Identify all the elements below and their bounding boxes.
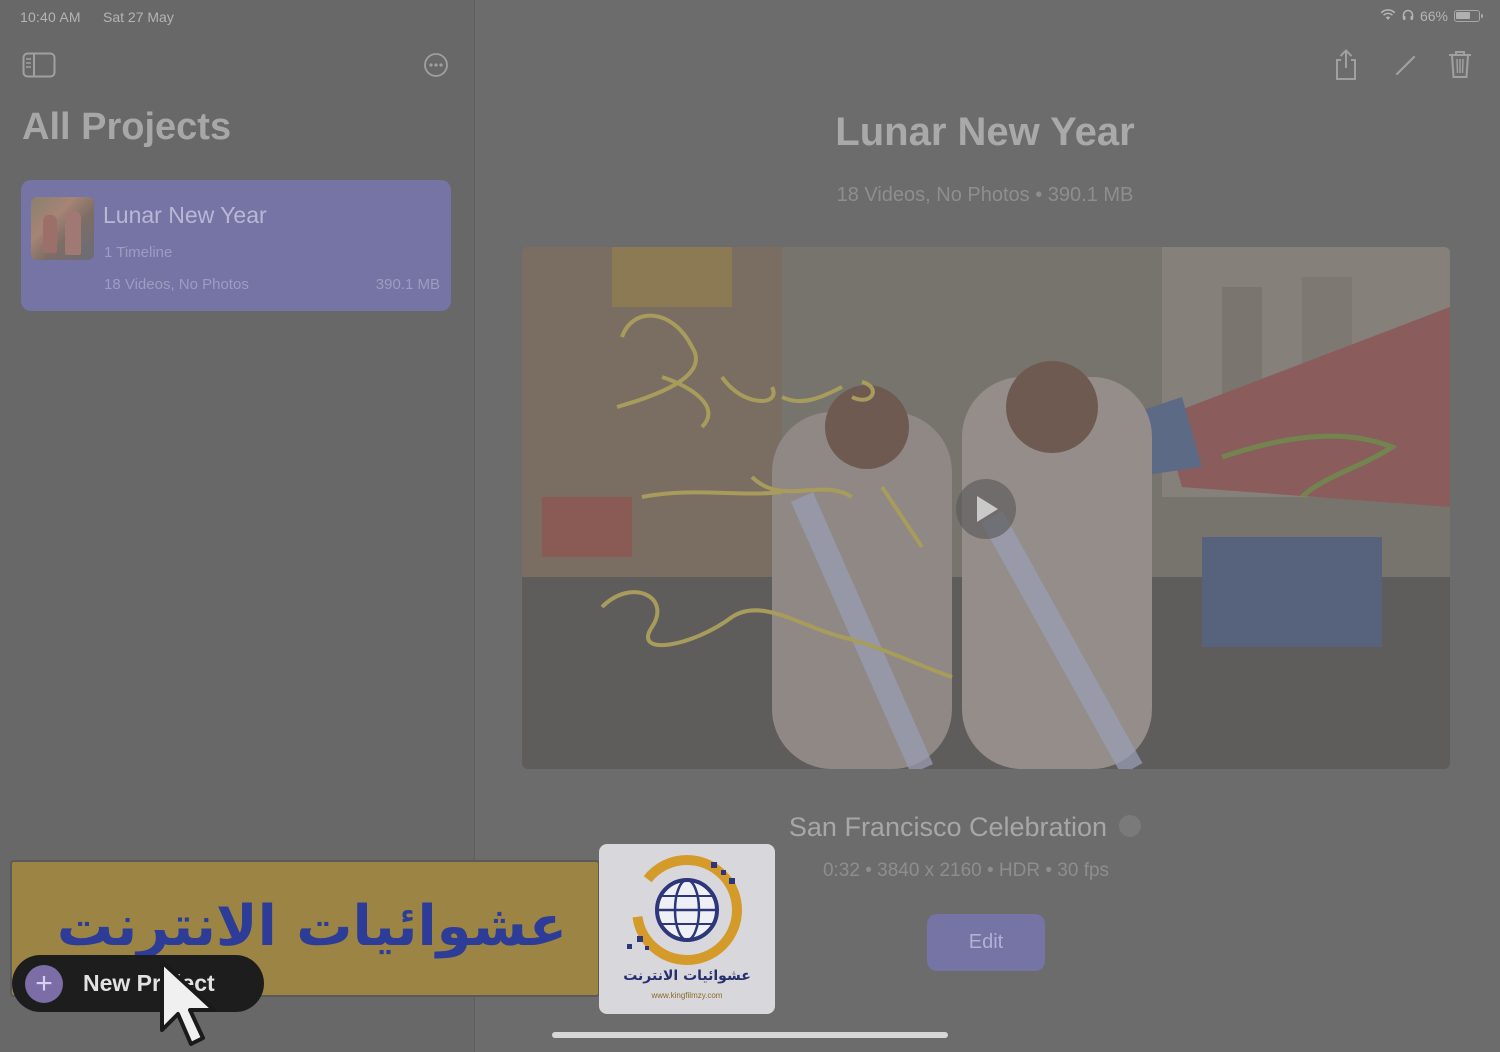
project-meta: 18 Videos, No Photos — [104, 276, 249, 293]
sidebar-toggle-icon[interactable] — [22, 52, 56, 78]
edit-button[interactable]: Edit — [927, 914, 1045, 971]
project-heading: Lunar New Year — [835, 110, 1135, 154]
home-indicator[interactable] — [552, 1032, 948, 1038]
play-button[interactable] — [956, 479, 1016, 539]
project-timelines: 1 Timeline — [104, 244, 173, 261]
project-title: Lunar New Year — [103, 202, 267, 228]
status-time: 10:40 AM — [20, 9, 81, 25]
clip-title[interactable]: San Francisco Celebration — [475, 812, 1455, 843]
watermark-banner-text: عشوائيات الانترنت — [56, 894, 567, 959]
more-ellipsis-icon[interactable] — [423, 52, 449, 78]
watermark-logo-text: عشوائيات الانترنت — [623, 968, 751, 984]
project-size: 390.1 MB — [375, 276, 440, 293]
project-summary: 18 Videos, No Photos • 390.1 MB — [836, 184, 1134, 206]
share-icon[interactable] — [1331, 48, 1361, 82]
plus-icon: + — [25, 964, 63, 1003]
watermark-logo-url: www.kingfilmzy.com — [651, 991, 723, 1000]
project-card-lunar-new-year[interactable]: Lunar New Year 1 Timeline 18 Videos, No … — [21, 180, 451, 311]
video-preview[interactable] — [522, 247, 1450, 769]
project-thumbnail — [31, 197, 94, 260]
mouse-pointer-icon — [160, 960, 216, 1046]
watermark-logo: عشوائيات الانترنت www.kingfilmzy.com — [599, 844, 775, 1014]
play-icon — [977, 496, 998, 522]
pencil-icon[interactable] — [1393, 52, 1419, 78]
trash-icon[interactable] — [1447, 49, 1473, 79]
chevron-down-icon[interactable] — [1119, 814, 1142, 837]
clip-title-text: San Francisco Celebration — [788, 812, 1108, 842]
globe-icon — [627, 855, 742, 965]
status-date: Sat 27 May — [103, 9, 174, 25]
sidebar-title: All Projects — [22, 106, 232, 148]
